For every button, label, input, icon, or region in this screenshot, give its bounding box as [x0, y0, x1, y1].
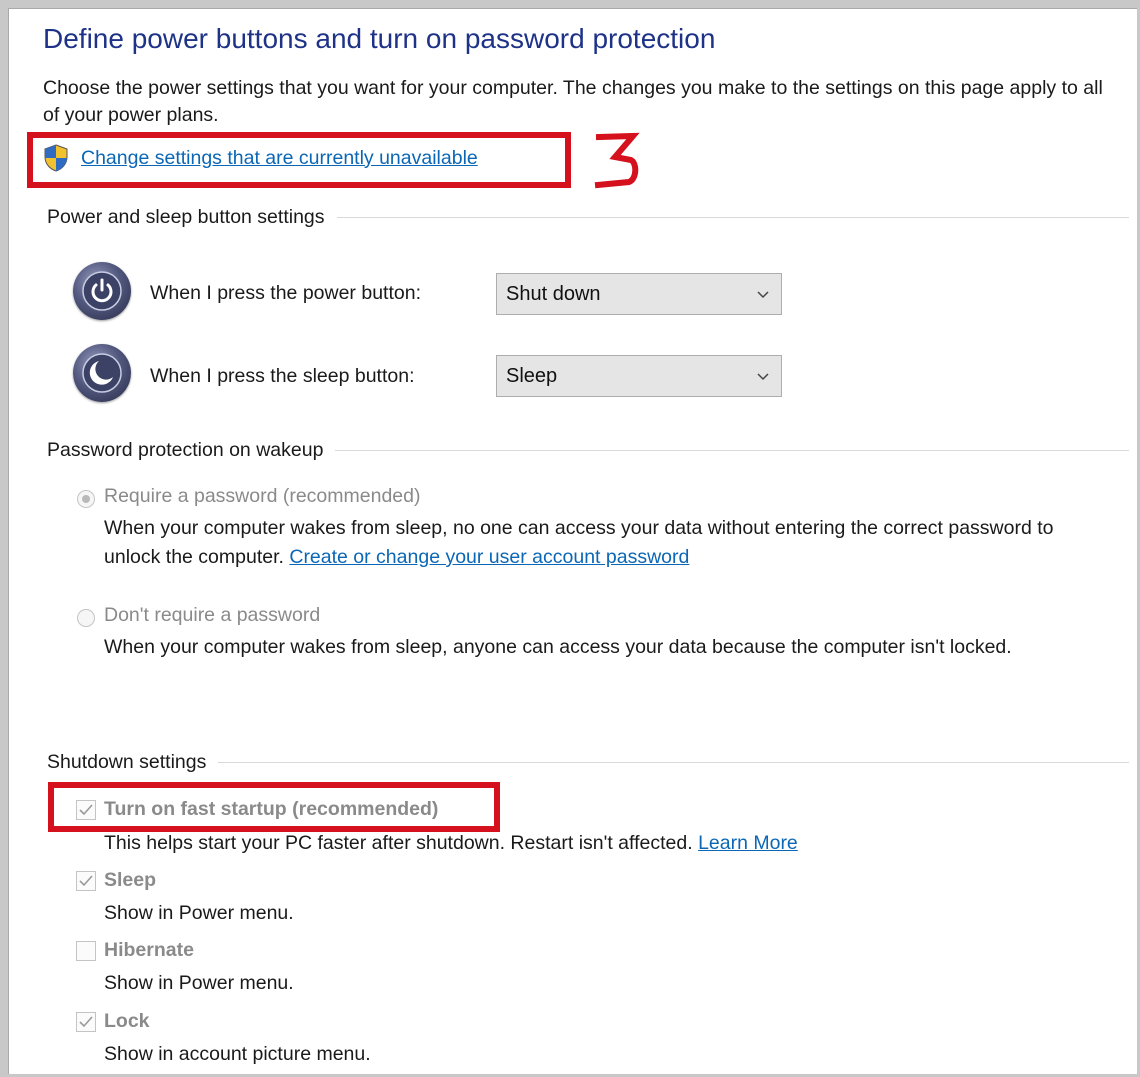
checkmark-icon [79, 1016, 93, 1028]
require-password-label[interactable]: Require a password (recommended) [104, 485, 420, 508]
checkmark-icon [79, 804, 93, 816]
fast-startup-desc: This helps start your PC faster after sh… [104, 832, 798, 855]
annotation-number-text: 3 [593, 127, 594, 128]
power-icon [73, 262, 131, 320]
section-heading: Shutdown settings [47, 750, 207, 773]
sleep-moon-icon [73, 344, 131, 402]
change-settings-link[interactable]: Change settings that are currently unava… [81, 147, 478, 170]
lock-option-label[interactable]: Lock [104, 1010, 150, 1033]
section-divider [336, 216, 1129, 218]
power-button-select[interactable]: Shut down [496, 273, 782, 315]
chevron-down-icon [757, 373, 769, 381]
require-password-radio[interactable] [77, 490, 95, 508]
checkmark-icon [79, 875, 93, 887]
fast-startup-checkbox[interactable] [76, 800, 96, 820]
fast-startup-label[interactable]: Turn on fast startup (recommended) [104, 798, 438, 821]
power-button-value: Shut down [506, 282, 601, 305]
power-button-label: When I press the power button: [150, 282, 421, 304]
annotation-number: 3 [593, 127, 643, 193]
section-heading: Power and sleep button settings [47, 205, 325, 228]
sleep-checkbox[interactable] [76, 871, 96, 891]
chevron-down-icon [757, 291, 769, 299]
uac-shield-icon [43, 144, 69, 172]
section-heading: Password protection on wakeup [47, 438, 324, 461]
radio-selected-dot [82, 495, 90, 503]
dont-require-password-desc: When your computer wakes from sleep, any… [104, 636, 1012, 658]
page-title: Define power buttons and turn on passwor… [43, 23, 716, 54]
lock-checkbox[interactable] [76, 1012, 96, 1032]
lock-option-desc: Show in account picture menu. [104, 1043, 371, 1065]
section-power-sleep: Power and sleep button settings [47, 203, 1129, 231]
fast-startup-desc-text: This helps start your PC faster after sh… [104, 832, 693, 854]
change-settings-row[interactable]: Change settings that are currently unava… [43, 143, 478, 173]
sleep-button-select[interactable]: Sleep [496, 355, 782, 397]
intro-text: Choose the power settings that you want … [43, 77, 1103, 126]
require-password-desc: When your computer wakes from sleep, no … [104, 514, 1114, 572]
section-shutdown: Shutdown settings [47, 748, 1129, 776]
hibernate-checkbox[interactable] [76, 941, 96, 961]
section-password: Password protection on wakeup [47, 436, 1129, 464]
sleep-button-value: Sleep [506, 364, 558, 387]
create-password-link[interactable]: Create or change your user account passw… [289, 546, 689, 568]
learn-more-link[interactable]: Learn More [698, 832, 798, 854]
sleep-button-label: When I press the sleep button: [150, 365, 415, 387]
sleep-option-label[interactable]: Sleep [104, 869, 156, 892]
sleep-option-desc: Show in Power menu. [104, 902, 294, 924]
dont-require-password-radio[interactable] [77, 609, 95, 627]
section-divider [335, 449, 1129, 451]
hibernate-option-label[interactable]: Hibernate [104, 939, 194, 962]
hibernate-option-desc: Show in Power menu. [104, 972, 294, 994]
section-divider [218, 761, 1129, 763]
power-options-panel: Define power buttons and turn on passwor… [8, 8, 1137, 1074]
dont-require-password-label[interactable]: Don't require a password [104, 604, 320, 627]
